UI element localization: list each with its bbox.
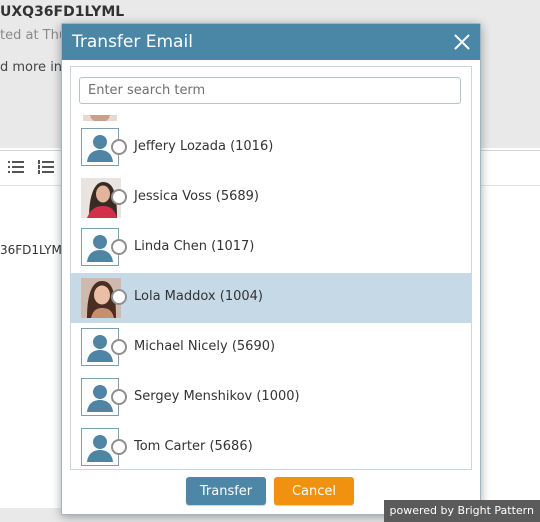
contact-name: Michael Nicely (5690)	[134, 339, 276, 354]
status-indicator	[111, 439, 127, 455]
powered-by-badge[interactable]: powered by Bright Pattern	[383, 500, 540, 522]
search-input[interactable]	[79, 77, 461, 104]
status-indicator	[111, 339, 127, 355]
list-item-selected[interactable]: Lola Maddox (1004)	[71, 273, 471, 323]
list-item[interactable]: Jeffery Lozada (1016)	[71, 123, 471, 173]
cancel-button[interactable]: Cancel	[274, 477, 354, 505]
list-item[interactable]: Linda Chen (1017)	[71, 223, 471, 273]
background-email-id: UXQ36FD1LYML	[0, 4, 125, 20]
contact-name: Sergey Menshikov (1000)	[134, 389, 300, 404]
status-indicator	[111, 239, 127, 255]
contact-name: Lola Maddox (1004)	[134, 289, 263, 304]
status-indicator	[111, 289, 127, 305]
list-item[interactable]: Jessica Voss (5689)	[71, 173, 471, 223]
close-icon[interactable]	[453, 33, 471, 51]
dialog-header: Transfer Email	[62, 24, 480, 60]
background-timestamp: ted at Thu	[0, 28, 68, 43]
bulleted-list-icon[interactable]	[8, 160, 24, 174]
list-item[interactable]: Sergey Menshikov (1000)	[71, 373, 471, 423]
list-item[interactable]: Michael Nicely (5690)	[71, 323, 471, 373]
status-indicator	[111, 189, 127, 205]
background-more-link[interactable]: d more in	[0, 60, 62, 75]
contact-name: Linda Chen (1017)	[134, 239, 255, 254]
contact-name: Jeffery Lozada (1016)	[134, 139, 274, 154]
status-indicator	[111, 139, 127, 155]
contact-picker: Jeffery Lozada (1016) Jessica Voss (5689…	[70, 66, 472, 470]
partial-avatar-photo	[83, 115, 117, 121]
contact-name: Tom Carter (5686)	[134, 439, 253, 454]
background-id-fragment: 36FD1LYML	[0, 243, 69, 257]
contact-list[interactable]: Jeffery Lozada (1016) Jessica Voss (5689…	[71, 115, 471, 469]
status-indicator	[111, 389, 127, 405]
transfer-button[interactable]: Transfer	[186, 477, 266, 505]
transfer-email-dialog: Transfer Email Enter search term Jeffery…	[61, 23, 481, 515]
numbered-list-icon[interactable]	[38, 160, 54, 174]
contact-name: Jessica Voss (5689)	[134, 189, 259, 204]
dialog-title: Transfer Email	[72, 32, 193, 52]
list-item[interactable]: Tom Carter (5686)	[71, 423, 471, 469]
